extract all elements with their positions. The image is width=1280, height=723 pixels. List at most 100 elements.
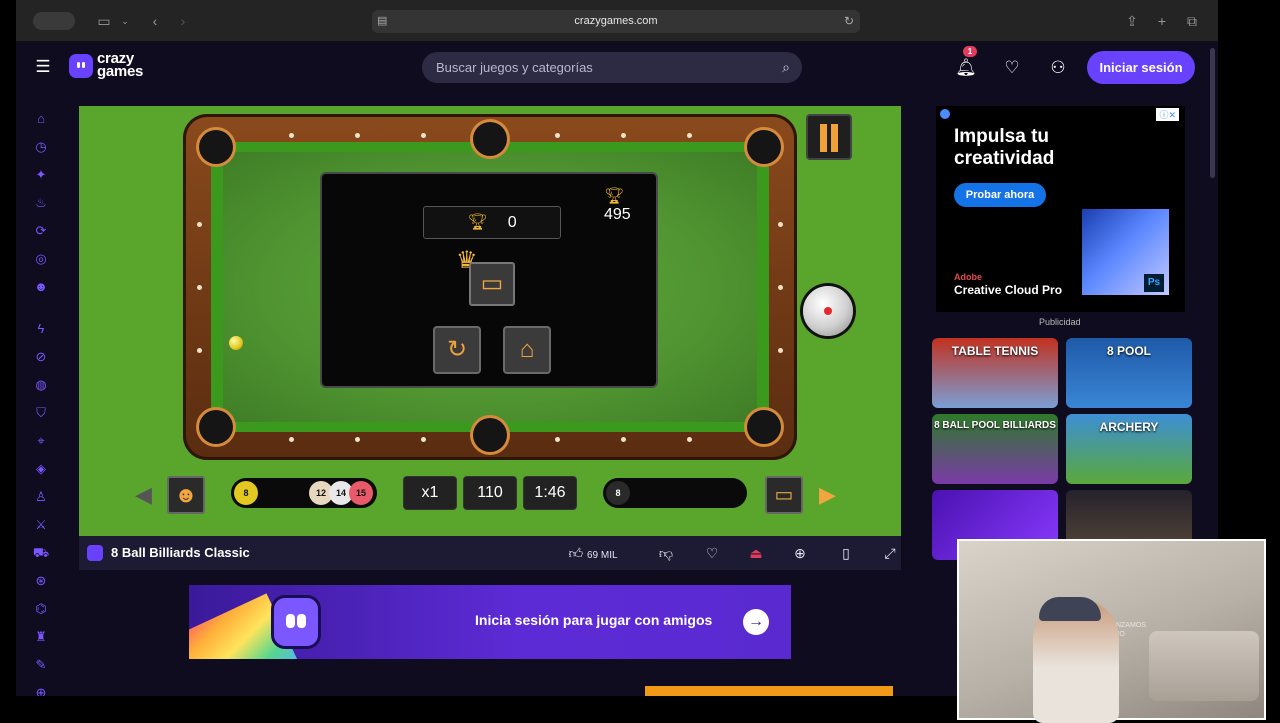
game-thumbnail[interactable]: 8 POOL (1066, 338, 1192, 408)
pause-button[interactable] (806, 114, 852, 160)
friends-icon[interactable]: ⚇ (1046, 56, 1070, 80)
opponent-ball-rack: 8 (603, 478, 747, 508)
favorite-heart-icon[interactable]: ♡ (703, 544, 721, 562)
ad-headline: Impulsa tu creatividad (954, 126, 1055, 169)
rail-diamond (778, 285, 783, 290)
thumbnail-title (1066, 490, 1192, 496)
rail-diamond (778, 222, 783, 227)
login-promo-banner[interactable]: Inicia sesión para jugar con amigos → (189, 585, 791, 659)
trophy-icon: 🏆︎ (604, 188, 625, 205)
pocket (199, 410, 233, 444)
ad-brand: Adobe (954, 272, 982, 282)
reload-icon[interactable]: ↻ (844, 10, 854, 33)
search-icon[interactable]: ⌕ (782, 52, 790, 83)
ad-cta-button[interactable]: Probar ahora (954, 183, 1046, 207)
game-over-panel: 🏆︎495 🏆︎ 0 ♛ ▭ ↻ ⌂ (320, 172, 658, 388)
thumbs-down-icon[interactable]: 👎︎ (657, 544, 675, 562)
game-info-bar: 8 Ball Billiards Classic 👍︎ 69 MIL 👎︎ ♡ … (79, 536, 901, 570)
back-icon[interactable]: ‹ (148, 11, 162, 31)
wheel-icon[interactable]: ⛟ (32, 544, 50, 562)
category-sidebar: ⌂ ◷ ✦ ♨ ⟳ ◎ ☻ ϟ ⊘ ◍ ⛉ ⌖ ◈ ♙ ⚔ ⛟ ⊛ ⌬ ♜ ✎ … (16, 92, 68, 696)
game-thumbnail[interactable]: TABLE TENNIS (932, 338, 1058, 408)
ad-label: Publicidad (1039, 317, 1081, 327)
thumbnail-title: 8 POOL (1106, 344, 1151, 358)
shield-icon[interactable]: ⛉ (32, 404, 50, 422)
compass-icon[interactable]: ⊘ (32, 348, 50, 366)
display-ad[interactable]: ⓘ✕ Impulsa tu creatividad Probar ahora P… (936, 106, 1185, 312)
home-button[interactable]: ⌂ (503, 326, 551, 374)
browser-toolbar: ▭ ⌄ ‹ › ▤ crazygames.com ↻ ⇪ + ⧉ (16, 0, 1218, 42)
restart-button[interactable]: ↻ (433, 326, 481, 374)
pen-icon[interactable]: ♜ (32, 628, 50, 646)
thumbnail-title: TABLE TENNIS (951, 344, 1039, 358)
like-button[interactable]: 👍︎ 69 MIL (565, 544, 621, 562)
page-icon: ▤ (377, 15, 388, 27)
logo[interactable]: crazy games (97, 51, 143, 79)
clock-icon[interactable]: ◷ (32, 138, 50, 156)
scrollbar[interactable] (1210, 48, 1215, 178)
plus-icon[interactable]: + (1154, 11, 1170, 31)
thumbnail-title: 8 BALL POOL BILLIARDS (934, 420, 1056, 431)
share-icon[interactable]: ⇪ (1124, 11, 1140, 31)
chevron-down-icon[interactable]: ⌄ (120, 11, 130, 31)
ad-choices-icon[interactable] (940, 109, 950, 119)
flag-icon[interactable]: ⏏ (747, 544, 765, 562)
ad-info-icon[interactable]: ⓘ✕ (1156, 108, 1179, 121)
piece-icon[interactable]: ⌬ (32, 600, 50, 618)
multiplayer-icon[interactable]: ◎ (32, 250, 50, 268)
cpu-avatar-icon: ▭ (469, 262, 515, 306)
basketball-icon[interactable]: ◍ (32, 376, 50, 394)
people-icon[interactable]: ☻ (32, 278, 50, 296)
search-input[interactable]: Buscar juegos y categorías ⌕ (422, 52, 802, 83)
player-ball-rack: 8 12 14 15 (231, 478, 377, 508)
arrow-right-icon[interactable]: → (743, 609, 769, 635)
login-button[interactable]: Iniciar sesión (1087, 51, 1195, 84)
game-thumbnail[interactable]: 8 BALL POOL BILLIARDS (932, 414, 1058, 484)
sword-icon[interactable]: ♙ (32, 488, 50, 506)
webcam-overlay: AVANZAMOS MONO (957, 539, 1266, 723)
game-hud: ◀ ☻ 8 12 14 15 x1 110 1:46 8 ▭ ▶ (79, 476, 901, 516)
bottom-ad-strip[interactable] (645, 686, 893, 696)
site-header: ☰ crazy games Buscar juegos y categorías… (16, 42, 1218, 92)
timer: 1:46 (523, 476, 577, 510)
heart-icon[interactable]: ♡ (1000, 56, 1024, 80)
url-text: crazygames.com (574, 15, 658, 27)
more-icon[interactable]: ⊕ (32, 684, 50, 696)
thumbnail-title (932, 490, 1058, 496)
pocket (473, 418, 507, 452)
game-canvas[interactable]: 🏆︎495 🏆︎ 0 ♛ ▭ ↻ ⌂ ◀ ☻ 8 12 14 15 x1 110 … (79, 106, 901, 536)
trophy-icon: 🏆︎ (467, 214, 488, 231)
bell-icon[interactable]: 🔔︎ (954, 56, 978, 80)
pin-icon[interactable]: ✦ (32, 166, 50, 184)
home-icon[interactable]: ⌂ (32, 110, 50, 128)
cue-ball-spin-control[interactable] (803, 286, 853, 336)
opponent-avatar: ▭ (765, 476, 803, 514)
share-button-icon[interactable]: ⊕ (791, 544, 809, 562)
crosshair-icon[interactable]: ✎ (32, 656, 50, 674)
menu-icon[interactable]: ☰ (31, 55, 55, 79)
gamepad-icon[interactable]: ⊛ (32, 572, 50, 590)
cube-icon[interactable]: ◈ (32, 460, 50, 478)
thumbnail-title: ARCHERY (1099, 420, 1159, 434)
fullscreen-icon[interactable]: ⤢ (881, 544, 899, 562)
mobile-icon[interactable]: ▯ (837, 544, 855, 562)
pocket (199, 130, 233, 164)
car-icon[interactable]: ⚔ (32, 516, 50, 534)
current-score-value: 0 (507, 214, 517, 231)
rail-diamond (355, 437, 360, 442)
game-logo-icon (87, 545, 103, 561)
rail-diamond (289, 437, 294, 442)
logo-icon[interactable] (69, 54, 93, 78)
game-thumbnail[interactable]: ARCHERY (1066, 414, 1192, 484)
fire-icon[interactable]: ♨ (32, 194, 50, 212)
refresh-icon[interactable]: ⟳ (32, 222, 50, 240)
forward-icon[interactable]: › (176, 11, 190, 31)
sidebar-icon[interactable]: ▭ (96, 11, 112, 31)
tabs-icon[interactable]: ⧉ (1184, 11, 1200, 31)
pocket (747, 130, 781, 164)
turn-arrow-left-icon: ◀ (135, 482, 152, 507)
puzzle-icon[interactable]: ⌖ (32, 432, 50, 450)
high-score-value: 495 (604, 206, 631, 223)
bolt-icon[interactable]: ϟ (32, 320, 50, 338)
address-bar[interactable]: ▤ crazygames.com ↻ (372, 10, 860, 33)
